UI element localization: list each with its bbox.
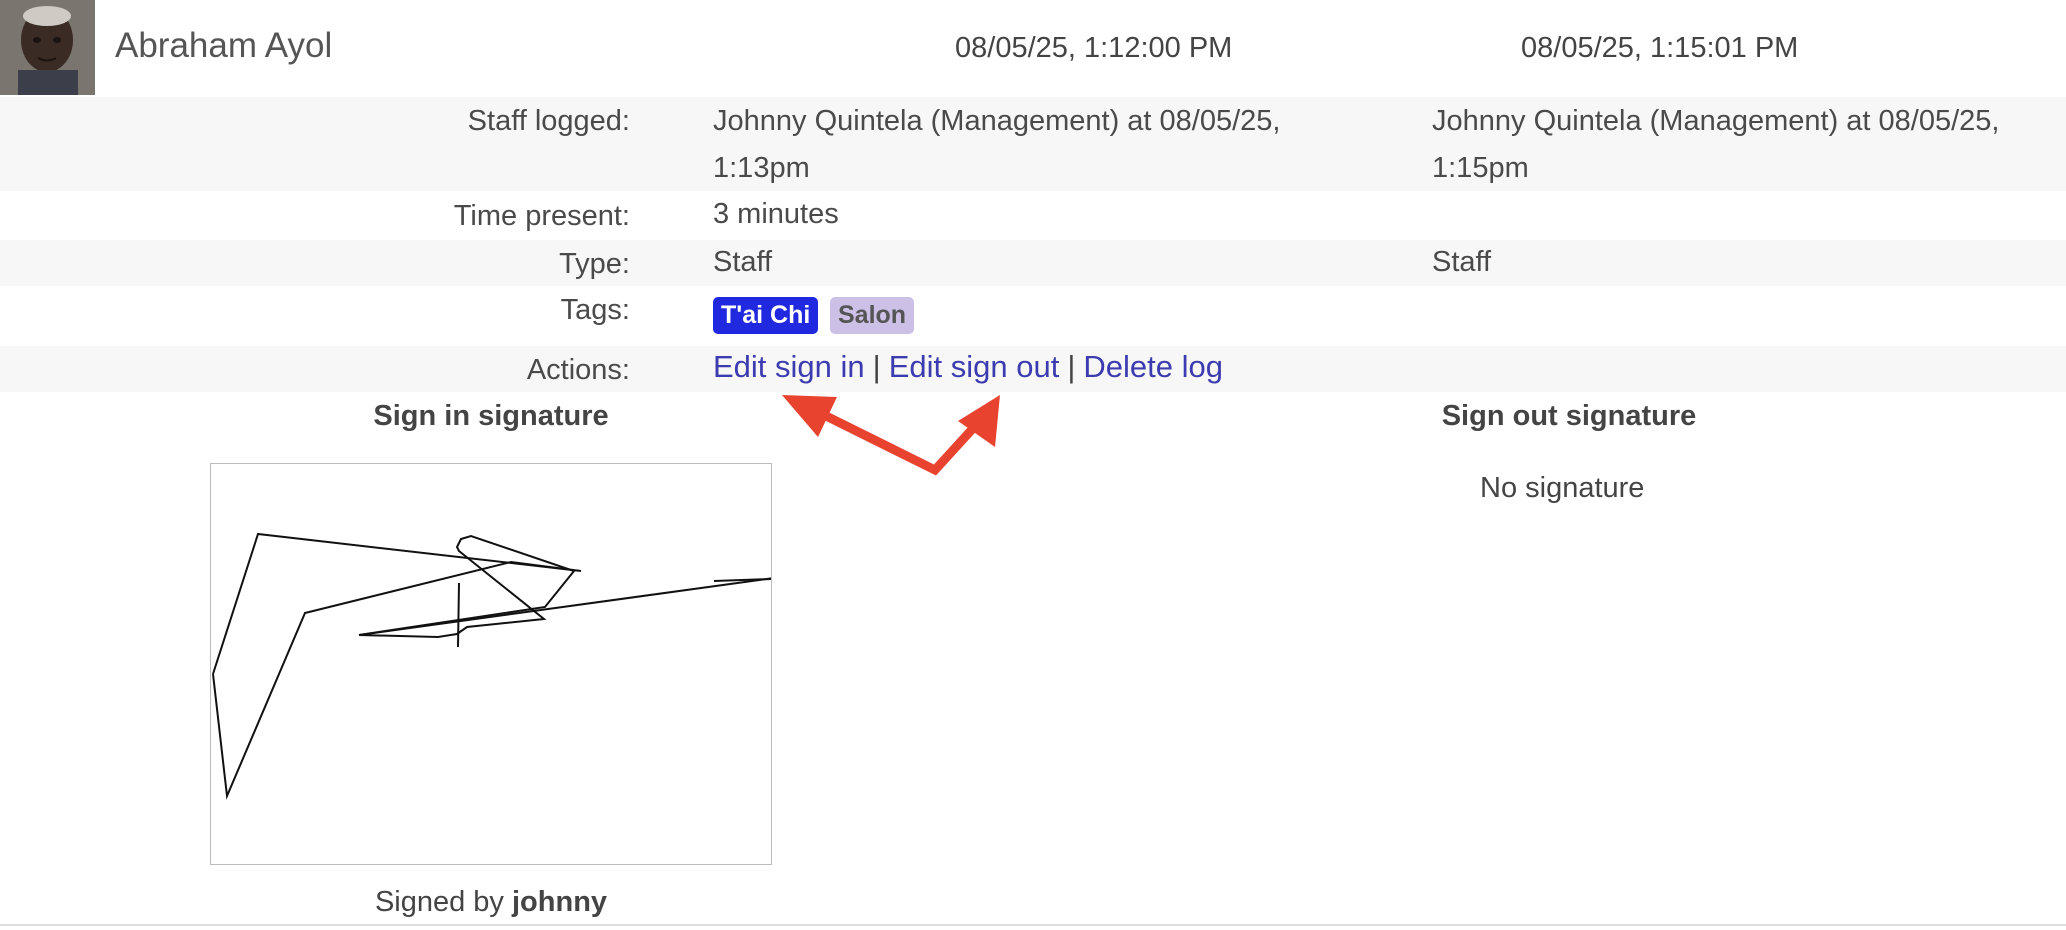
time-present-row: Time present: 3 minutes [0,191,2066,239]
tags-row: Tags: T'ai Chi Salon [0,286,2066,346]
signed-by-user: johnny [512,886,608,918]
double-headed-arrow-icon [782,395,1000,476]
actions-row: Actions: Edit sign in | Edit sign out | Dele… [0,346,2066,392]
type-in-value: Staff [713,246,773,278]
edit-sign-in-link[interactable]: Edit sign in [713,349,865,384]
actions-links: Edit sign in | Edit sign out | Delete log [713,349,1223,385]
staff-logged-row: Staff logged: Johnny Quintela (Managemen… [0,97,2066,191]
time-present-value: 3 minutes [713,198,839,230]
signed-by-text: Signed by johnny [291,886,691,919]
tag-salon: Salon [830,297,915,334]
edit-sign-out-link[interactable]: Edit sign out [889,349,1060,384]
person-name: Abraham Ayol [115,26,333,65]
staff-logged-in-line1: Johnny Quintela (Management) at 08/05/25… [713,105,1281,137]
time-present-label: Time present: [453,200,630,232]
tag-tai-chi: T'ai Chi [713,297,819,334]
staff-logged-out-line1: Johnny Quintela (Management) at 08/05/25… [1432,105,2000,137]
bottom-divider [0,924,2066,926]
signature-drawing [212,532,782,800]
type-row: Type: Staff Staff [0,240,2066,286]
avatar-photo [0,0,95,95]
sign-out-time: 08/05/25, 1:15:01 PM [1521,32,1799,64]
staff-logged-out-line2: 1:15pm [1432,152,1529,184]
staff-logged-label: Staff logged: [467,105,630,137]
delete-log-link[interactable]: Delete log [1083,349,1223,384]
sign-in-signature-heading: Sign in signature [373,400,609,432]
signed-by-prefix: Signed by [374,886,504,918]
tags-label: Tags: [560,294,630,326]
sign-in-time: 08/05/25, 1:12:00 PM [955,32,1233,64]
actions-label: Actions: [526,354,630,386]
type-out-value: Staff [1432,246,1492,278]
staff-logged-in-line2: 1:13pm [713,152,810,184]
actions-separator: | [872,349,881,384]
sign-out-signature-heading: Sign out signature [1441,400,1697,432]
sign-in-signature-image [210,463,782,865]
type-label: Type: [559,248,630,280]
no-signature-text: No signature [1480,472,1645,504]
actions-separator: | [1067,349,1076,384]
avatar [0,0,95,95]
